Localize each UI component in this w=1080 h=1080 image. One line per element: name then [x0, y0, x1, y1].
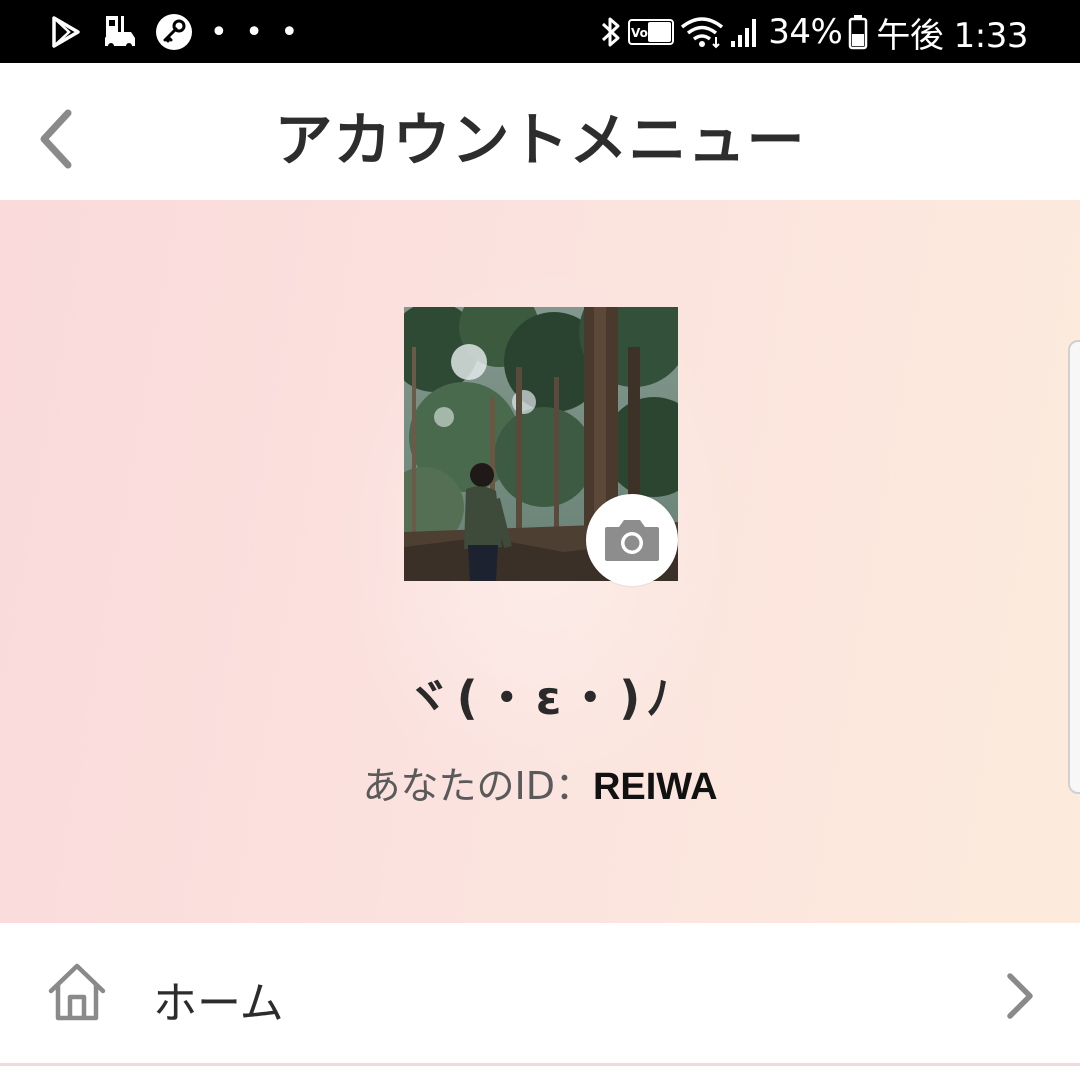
play-store-icon [46, 12, 86, 52]
battery-percent: 34% [768, 12, 843, 52]
menu-item-home[interactable]: ホーム [0, 923, 1080, 1066]
user-id-label: あなたのID： [362, 764, 593, 808]
user-id-value: REIWA [592, 766, 718, 808]
wifi-icon [680, 12, 724, 52]
status-right-icons: VoLTE 34% 午後 1:33 [594, 8, 1028, 56]
status-left-icons: • • • [46, 10, 302, 54]
app-header: アカウントメニュー [0, 63, 1080, 200]
page-title: アカウントメニュー [274, 106, 806, 174]
menu-item-home-label: ホーム [153, 978, 284, 1029]
profile-section: ヾ(・ε・)ﾉ あなたのID：REIWA [0, 200, 1080, 923]
volte-icon: VoLTE [628, 12, 675, 52]
key-icon [154, 12, 194, 52]
bluetooth-icon [600, 12, 622, 52]
more-notifications-icon: • • • [210, 14, 303, 50]
camera-icon [605, 520, 659, 561]
home-icon [48, 963, 106, 1021]
change-photo-button[interactable] [586, 494, 678, 586]
signal-icon [730, 12, 760, 52]
chevron-right-icon [1007, 973, 1033, 1019]
side-panel-handle[interactable] [1068, 340, 1080, 794]
status-bar: • • • VoLTE 34% 午後 1:33 [0, 0, 1080, 63]
volte-text: VoLTE [631, 26, 670, 40]
battery-icon [848, 12, 868, 52]
parking-icon [100, 12, 140, 52]
user-id-row: あなたのID：REIWA [0, 755, 1080, 810]
display-name: ヾ(・ε・)ﾉ [404, 671, 676, 725]
clock: 午後 1:33 [876, 15, 1028, 56]
